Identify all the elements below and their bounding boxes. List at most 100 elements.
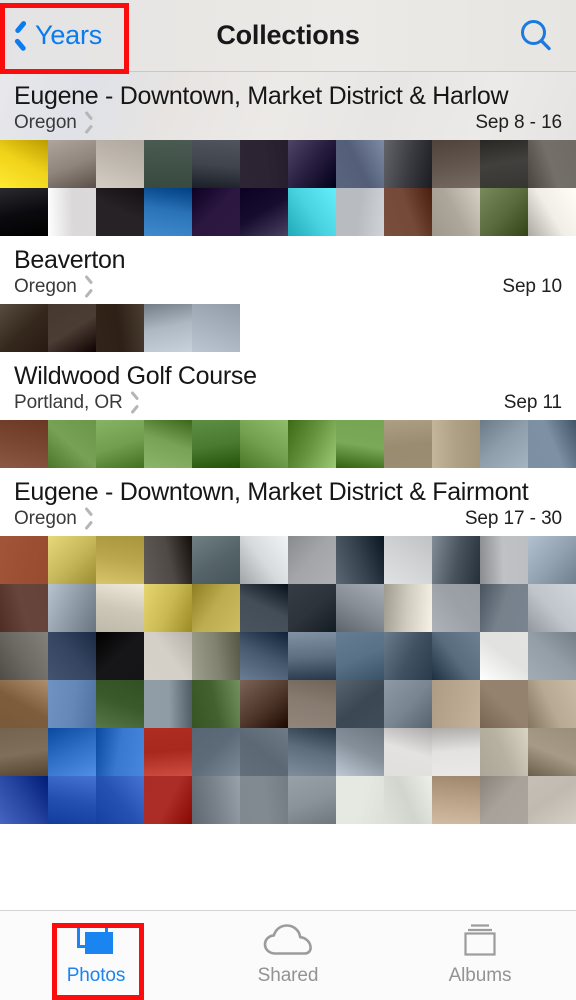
photo-thumbnail[interactable] bbox=[48, 632, 96, 680]
photo-thumbnail[interactable] bbox=[528, 728, 576, 776]
photo-thumbnail[interactable] bbox=[96, 584, 144, 632]
photo-thumbnail[interactable] bbox=[96, 536, 144, 584]
photo-thumbnail[interactable] bbox=[192, 776, 240, 824]
photo-thumbnail[interactable] bbox=[240, 536, 288, 584]
photo-thumbnail[interactable] bbox=[384, 584, 432, 632]
photo-thumbnail[interactable] bbox=[0, 632, 48, 680]
photo-thumbnail[interactable] bbox=[0, 188, 48, 236]
photo-thumbnail[interactable] bbox=[96, 776, 144, 824]
photo-thumbnail[interactable] bbox=[336, 728, 384, 776]
photo-thumbnail[interactable] bbox=[48, 680, 96, 728]
photo-thumbnail[interactable] bbox=[336, 420, 384, 468]
photo-thumbnail[interactable] bbox=[144, 140, 192, 188]
photo-thumbnail[interactable] bbox=[480, 728, 528, 776]
photo-thumbnail[interactable] bbox=[336, 632, 384, 680]
photo-thumbnail[interactable] bbox=[48, 420, 96, 468]
photo-thumbnail[interactable] bbox=[0, 536, 48, 584]
photo-thumbnail[interactable] bbox=[480, 680, 528, 728]
collection-header[interactable]: Wildwood Golf Course Portland, OR Sep 11 bbox=[0, 352, 576, 420]
photo-thumbnail[interactable] bbox=[432, 584, 480, 632]
photo-thumbnail[interactable] bbox=[336, 140, 384, 188]
collection-location-group[interactable]: Oregon bbox=[14, 112, 93, 134]
tab-albums[interactable]: Albums bbox=[384, 911, 576, 1000]
tab-photos[interactable]: Photos bbox=[0, 911, 192, 1000]
photo-thumbnail[interactable] bbox=[48, 304, 96, 352]
photo-thumbnail[interactable] bbox=[192, 420, 240, 468]
photo-thumbnail[interactable] bbox=[384, 188, 432, 236]
photo-thumbnail[interactable] bbox=[0, 680, 48, 728]
photo-grid[interactable] bbox=[0, 140, 576, 236]
photo-thumbnail[interactable] bbox=[288, 680, 336, 728]
photo-thumbnail[interactable] bbox=[384, 420, 432, 468]
collection-header[interactable]: Beaverton Oregon Sep 10 bbox=[0, 236, 576, 304]
photo-thumbnail[interactable] bbox=[144, 680, 192, 728]
photo-thumbnail[interactable] bbox=[528, 420, 576, 468]
photo-thumbnail[interactable] bbox=[288, 584, 336, 632]
photo-thumbnail[interactable] bbox=[288, 728, 336, 776]
photo-thumbnail[interactable] bbox=[0, 776, 48, 824]
photo-thumbnail[interactable] bbox=[384, 536, 432, 584]
back-button[interactable]: Years bbox=[0, 0, 102, 71]
photo-thumbnail[interactable] bbox=[432, 632, 480, 680]
photo-thumbnail[interactable] bbox=[288, 632, 336, 680]
photo-thumbnail[interactable] bbox=[432, 728, 480, 776]
photo-thumbnail[interactable] bbox=[432, 420, 480, 468]
photo-thumbnail[interactable] bbox=[240, 420, 288, 468]
photo-thumbnail[interactable] bbox=[384, 632, 432, 680]
photo-thumbnail[interactable] bbox=[240, 632, 288, 680]
photo-thumbnail[interactable] bbox=[192, 632, 240, 680]
photo-thumbnail[interactable] bbox=[0, 728, 48, 776]
photo-thumbnail[interactable] bbox=[192, 140, 240, 188]
photo-thumbnail[interactable] bbox=[336, 584, 384, 632]
photo-thumbnail[interactable] bbox=[336, 776, 384, 824]
photo-thumbnail[interactable] bbox=[96, 420, 144, 468]
photo-thumbnail[interactable] bbox=[192, 536, 240, 584]
search-icon[interactable] bbox=[514, 14, 558, 58]
photo-thumbnail[interactable] bbox=[480, 188, 528, 236]
photo-thumbnail[interactable] bbox=[192, 304, 240, 352]
photo-thumbnail[interactable] bbox=[0, 420, 48, 468]
photo-thumbnail[interactable] bbox=[528, 632, 576, 680]
photo-thumbnail[interactable] bbox=[144, 728, 192, 776]
collection-header[interactable]: Eugene - Downtown, Market District & Har… bbox=[0, 72, 576, 140]
photo-thumbnail[interactable] bbox=[480, 420, 528, 468]
collection-header[interactable]: Eugene - Downtown, Market District & Fai… bbox=[0, 468, 576, 536]
photo-thumbnail[interactable] bbox=[288, 776, 336, 824]
photo-thumbnail[interactable] bbox=[144, 776, 192, 824]
photo-thumbnail[interactable] bbox=[336, 188, 384, 236]
photo-thumbnail[interactable] bbox=[480, 584, 528, 632]
photo-thumbnail[interactable] bbox=[432, 680, 480, 728]
photo-thumbnail[interactable] bbox=[48, 728, 96, 776]
photo-thumbnail[interactable] bbox=[288, 420, 336, 468]
photo-thumbnail[interactable] bbox=[384, 680, 432, 728]
photo-thumbnail[interactable] bbox=[480, 536, 528, 584]
photo-grid[interactable] bbox=[0, 536, 576, 824]
photo-thumbnail[interactable] bbox=[384, 140, 432, 188]
photo-thumbnail[interactable] bbox=[96, 632, 144, 680]
photo-thumbnail[interactable] bbox=[144, 536, 192, 584]
collection-location-group[interactable]: Portland, OR bbox=[14, 392, 139, 414]
collection-location-group[interactable]: Oregon bbox=[14, 508, 93, 530]
photo-thumbnail[interactable] bbox=[528, 140, 576, 188]
photo-thumbnail[interactable] bbox=[288, 536, 336, 584]
photo-thumbnail[interactable] bbox=[192, 680, 240, 728]
photo-thumbnail[interactable] bbox=[480, 632, 528, 680]
photo-thumbnail[interactable] bbox=[48, 188, 96, 236]
photo-thumbnail[interactable] bbox=[48, 140, 96, 188]
photo-thumbnail[interactable] bbox=[48, 536, 96, 584]
photo-thumbnail[interactable] bbox=[48, 584, 96, 632]
photo-thumbnail[interactable] bbox=[144, 420, 192, 468]
photo-thumbnail[interactable] bbox=[432, 776, 480, 824]
photo-thumbnail[interactable] bbox=[432, 188, 480, 236]
photo-thumbnail[interactable] bbox=[240, 776, 288, 824]
photo-thumbnail[interactable] bbox=[96, 680, 144, 728]
photo-thumbnail[interactable] bbox=[528, 584, 576, 632]
photo-thumbnail[interactable] bbox=[96, 304, 144, 352]
photo-thumbnail[interactable] bbox=[288, 188, 336, 236]
photo-thumbnail[interactable] bbox=[0, 304, 48, 352]
photo-thumbnail[interactable] bbox=[96, 188, 144, 236]
photo-thumbnail[interactable] bbox=[144, 632, 192, 680]
photo-thumbnail[interactable] bbox=[240, 680, 288, 728]
photo-thumbnail[interactable] bbox=[528, 536, 576, 584]
photo-thumbnail[interactable] bbox=[192, 584, 240, 632]
